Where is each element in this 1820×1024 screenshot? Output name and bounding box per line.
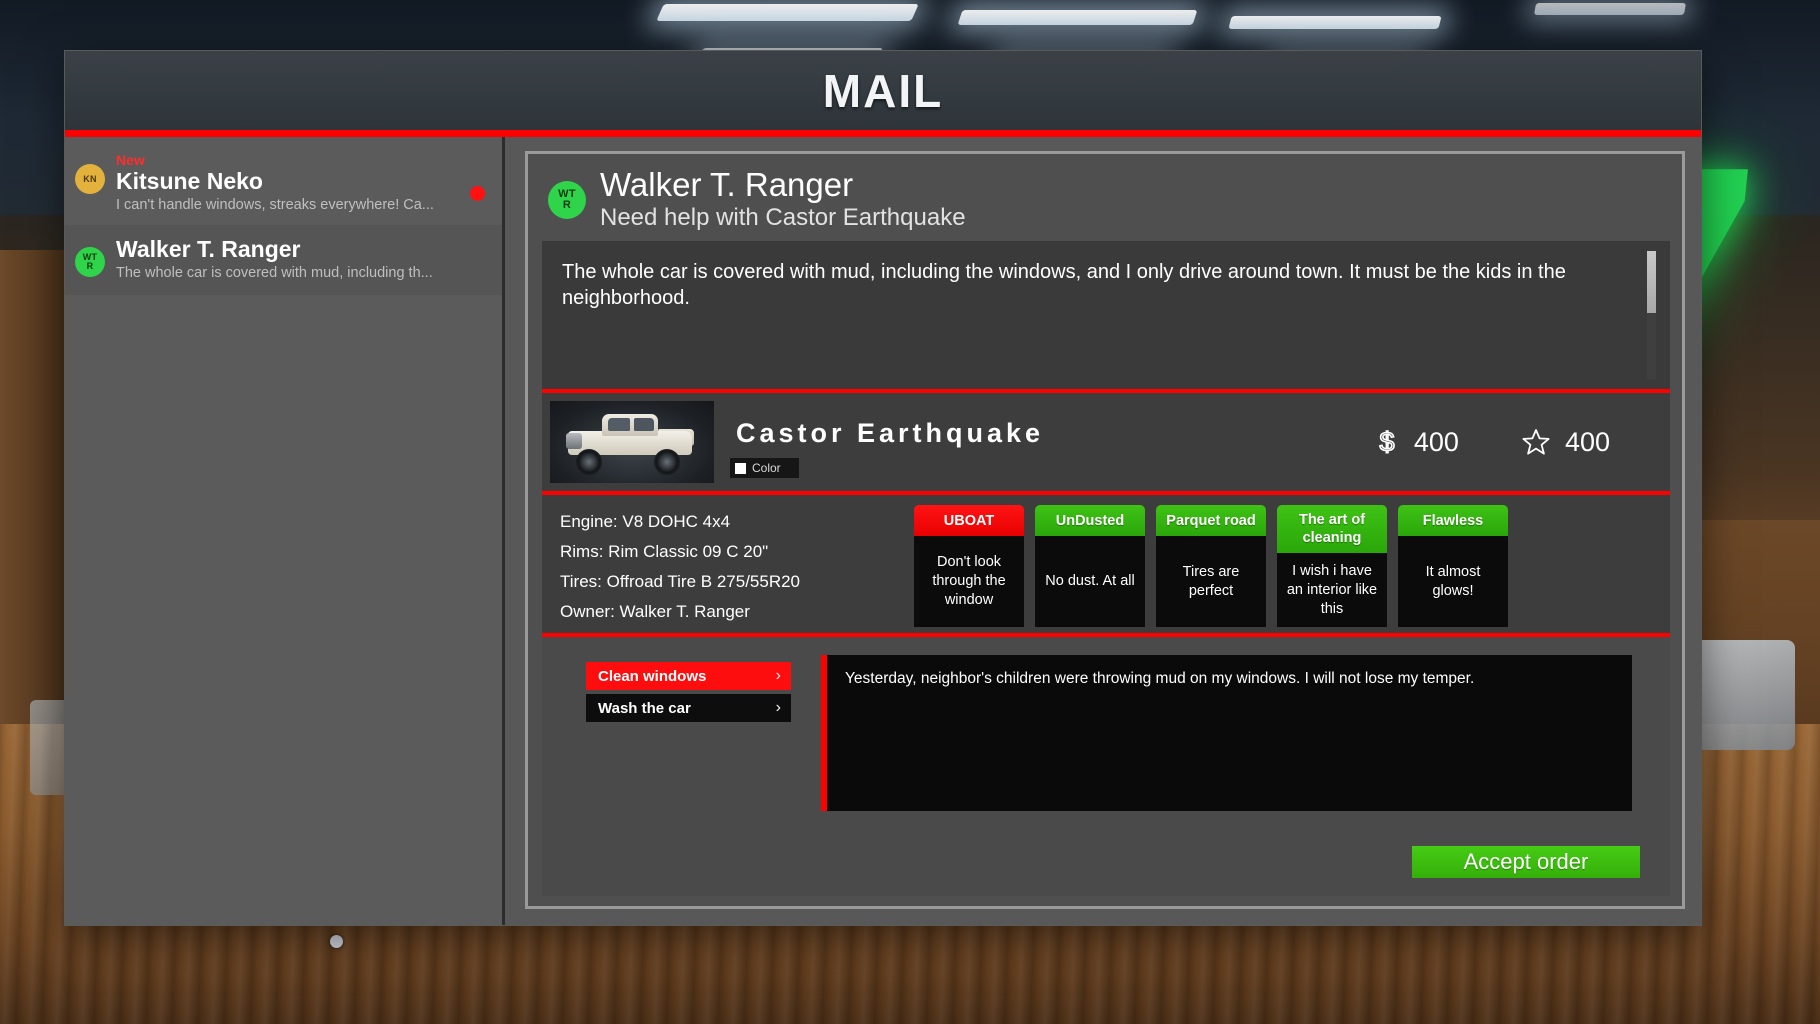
order-note-text: Yesterday, neighbor's children were thro…	[845, 670, 1475, 687]
vehicle-summary: Castor Earthquake Color $ 400 400	[542, 393, 1670, 491]
chevron-right-icon: ›	[775, 699, 781, 716]
chevron-right-icon: ›	[775, 667, 781, 684]
color-swatch-icon	[735, 462, 746, 474]
avatar: WT R	[548, 180, 586, 219]
color-label: Color	[752, 461, 781, 475]
money-stat: $ 400	[1374, 426, 1459, 458]
review-text: I wish i have an interior like this	[1277, 553, 1387, 627]
review-card: UBOAT Don't look through the window	[914, 505, 1024, 627]
vehicle-color-chip[interactable]: Color	[730, 458, 799, 478]
avatar-initials: WT	[558, 187, 576, 200]
window-titlebar: MAIL	[65, 51, 1701, 130]
spec-engine: Engine: V8 DOHC 4x4	[560, 512, 731, 531]
review-title: UBOAT	[914, 505, 1024, 536]
review-title: Flawless	[1398, 505, 1508, 536]
review-text: Tires are perfect	[1156, 536, 1266, 627]
mail-list-item-walker-t-ranger[interactable]: WT R Walker T. Ranger The whole car is c…	[65, 225, 502, 295]
mail-detail-panel: WT R Walker T. Ranger Need help with Cas…	[525, 151, 1685, 909]
mail-header: WT R Walker T. Ranger Need help with Cas…	[542, 162, 1670, 241]
vehicle-stats: $ 400 400	[1374, 426, 1610, 458]
accept-order-label: Accept order	[1463, 849, 1589, 874]
ceiling-light	[1533, 3, 1687, 15]
dollar-icon: $	[1379, 426, 1396, 458]
mail-body-text: The whole car is covered with mud, inclu…	[562, 261, 1566, 309]
avatar: WT R	[75, 247, 105, 277]
mail-sender-name: Walker T. Ranger	[116, 236, 301, 262]
ceiling-light	[656, 4, 919, 21]
review-title: UnDusted	[1035, 505, 1145, 536]
review-card: Parquet road Tires are perfect	[1156, 505, 1266, 627]
spec-owner: Owner: Walker T. Ranger	[560, 602, 750, 621]
ceiling-light	[957, 10, 1198, 25]
mail-preview-text: I can't handle windows, streaks everywhe…	[116, 197, 434, 213]
avatar-initials: R	[86, 261, 94, 271]
mail-subject: Need help with Castor Earthquake	[600, 204, 966, 231]
review-card: Flawless It almost glows!	[1398, 505, 1508, 627]
window-body: KN New Kitsune Neko I can't handle windo…	[65, 137, 1701, 925]
page-title: MAIL	[822, 64, 944, 117]
mail-preview-text: The whole car is covered with mud, inclu…	[116, 265, 433, 281]
title-divider	[65, 130, 1701, 137]
unread-indicator-icon	[470, 186, 485, 201]
svg-text:$: $	[1379, 427, 1394, 457]
review-title: The art of cleaning	[1277, 505, 1387, 553]
task-label: Clean windows	[598, 667, 707, 685]
spec-tires: Tires: Offroad Tire B 275/55R20	[560, 572, 801, 591]
mail-body: The whole car is covered with mud, inclu…	[542, 241, 1670, 389]
accept-order-button[interactable]: Accept order	[1412, 846, 1640, 878]
review-card: The art of cleaning I wish i have an int…	[1277, 505, 1387, 627]
mail-item-text: New Kitsune Neko I can't handle windows,…	[116, 152, 486, 215]
mail-window: MAIL KN New Kitsune Neko I can't handle …	[64, 50, 1702, 926]
review-text: No dust. At all	[1035, 536, 1145, 627]
review-text: It almost glows!	[1398, 536, 1508, 627]
mouse-cursor	[330, 935, 343, 948]
avatar: KN	[75, 164, 105, 194]
task-label: Wash the car	[598, 699, 691, 717]
vehicle-details-row: Engine: V8 DOHC 4x4 Rims: Rim Classic 09…	[542, 495, 1670, 633]
order-note: Yesterday, neighbor's children were thro…	[821, 655, 1632, 811]
reputation-value: 400	[1564, 426, 1610, 457]
spec-rims: Rims: Rim Classic 09 C 20"	[560, 542, 769, 561]
task-item-clean-windows[interactable]: Clean windows ›	[586, 662, 791, 690]
review-text: Don't look through the window	[914, 536, 1024, 627]
mail-header-text: Walker T. Ranger Need help with Castor E…	[600, 166, 966, 233]
order-section: Clean windows › Wash the car › Yesterday…	[542, 637, 1670, 896]
ceiling-light	[1228, 16, 1442, 29]
vehicle-specs: Engine: V8 DOHC 4x4 Rims: Rim Classic 09…	[550, 505, 900, 627]
mail-list-item-kitsune-neko[interactable]: KN New Kitsune Neko I can't handle windo…	[65, 142, 502, 225]
mail-detail-pane: WT R Walker T. Ranger Need help with Cas…	[505, 137, 1701, 925]
mail-item-text: Walker T. Ranger The whole car is covere…	[116, 235, 486, 283]
reputation-stat: 400	[1521, 427, 1610, 458]
review-badges: UBOAT Don't look through the window UnDu…	[900, 505, 1670, 627]
task-item-wash-the-car[interactable]: Wash the car ›	[586, 694, 791, 722]
mail-body-scrollbar[interactable]	[1647, 251, 1656, 379]
mail-sender-name: Kitsune Neko	[116, 168, 263, 194]
vehicle-name: Castor Earthquake	[736, 417, 1045, 448]
avatar-initials: KN	[83, 173, 97, 184]
vehicle-thumbnail	[550, 401, 714, 483]
star-icon	[1522, 429, 1550, 455]
scrollbar-thumb[interactable]	[1647, 251, 1656, 313]
review-card: UnDusted No dust. At all	[1035, 505, 1145, 627]
mail-list[interactable]: KN New Kitsune Neko I can't handle windo…	[65, 137, 505, 925]
new-badge: New	[116, 152, 145, 168]
money-value: 400	[1413, 426, 1459, 457]
avatar-initials: R	[562, 198, 572, 211]
mail-sender-title: Walker T. Ranger	[600, 166, 854, 203]
task-list: Clean windows › Wash the car ›	[586, 655, 791, 888]
review-title: Parquet road	[1156, 505, 1266, 536]
